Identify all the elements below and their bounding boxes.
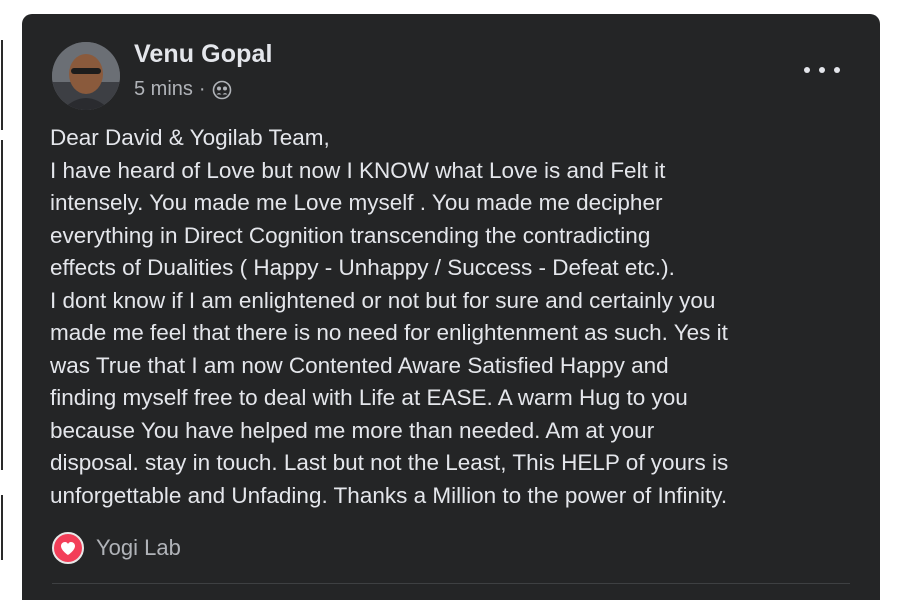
post-body-line: was True that I am now Contented Aware S…: [50, 352, 669, 378]
more-options-icon[interactable]: [804, 58, 840, 82]
reactions-summary[interactable]: Yogi Lab: [52, 532, 181, 564]
post-body-line: intensely. You made me Love myself . You…: [50, 190, 663, 215]
post-body: Dear David & Yogilab Team, I have heard …: [50, 122, 870, 512]
avatar-photo: [52, 42, 120, 110]
post-card: Venu Gopal 5 mins · Dear David & Yogilab…: [22, 14, 880, 600]
post-body-line: Dear David & Yogilab Team,: [50, 125, 330, 150]
post-body-line: finding myself free to deal with Life at…: [50, 385, 688, 410]
left-edge-strip: [0, 0, 4, 600]
post-body-line: I dont know if I am enlightened or not b…: [50, 287, 716, 313]
post-body-line: unforgettable and Unfading. Thanks a Mil…: [50, 482, 728, 508]
reaction-names[interactable]: Yogi Lab: [96, 535, 181, 561]
post-meta: 5 mins ·: [134, 78, 232, 101]
post-timestamp[interactable]: 5 mins: [134, 78, 193, 101]
post-body-line: everything in Direct Cognition transcend…: [50, 222, 651, 248]
post-body-line: effects of Dualities ( Happy - Unhappy /…: [50, 255, 675, 280]
post-body-line: I have heard of Love but now I KNOW what…: [50, 157, 666, 183]
meta-separator: ·: [198, 78, 206, 100]
author-avatar[interactable]: [52, 42, 120, 110]
footer-divider: [52, 583, 850, 584]
love-reaction-icon: [52, 532, 84, 564]
post-body-line: made me feel that there is no need for e…: [50, 320, 728, 345]
post-body-line: because You have helped me more than nee…: [50, 417, 655, 443]
author-name[interactable]: Venu Gopal: [134, 40, 273, 69]
friends-icon[interactable]: [212, 80, 232, 100]
post-body-line: disposal. stay in touch. Last but not th…: [50, 450, 729, 475]
